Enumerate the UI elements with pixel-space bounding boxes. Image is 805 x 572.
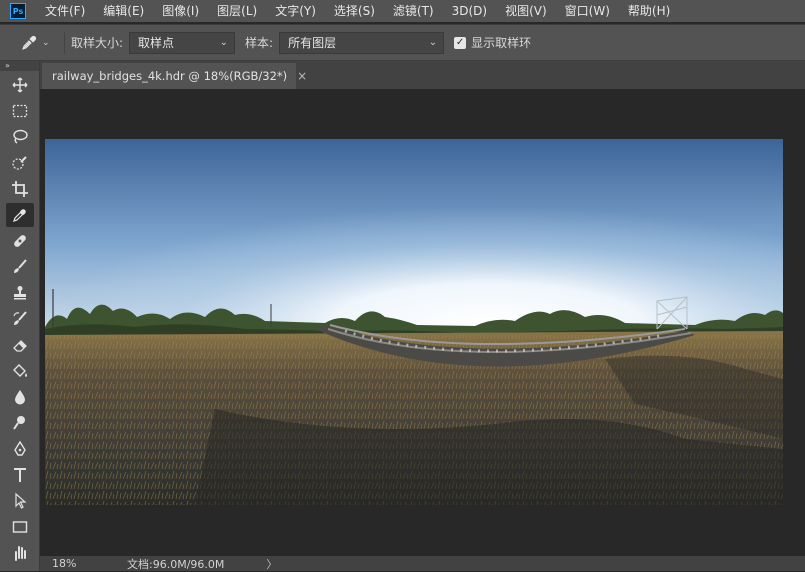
menu-help[interactable]: 帮助(H) <box>619 0 679 22</box>
crop-tool[interactable] <box>6 177 34 201</box>
menu-edit[interactable]: 编辑(E) <box>94 0 153 22</box>
menu-window[interactable]: 窗口(W) <box>556 0 619 22</box>
document-size-info: 文档:96.0M/96.0M <box>127 557 225 571</box>
sample-size-value: 取样点 <box>138 36 175 50</box>
clone-stamp-tool[interactable] <box>6 281 34 305</box>
sample-label: 样本: <box>245 36 274 50</box>
status-bar: 18% 文档:96.0M/96.0M 〉 <box>40 556 805 571</box>
menu-file[interactable]: 文件(F) <box>36 0 94 22</box>
pen-icon <box>14 440 26 456</box>
move-tool[interactable] <box>6 73 34 97</box>
document-tab-bar: railway_bridges_4k.hdr @ 18%(RGB/32*) × <box>40 61 805 89</box>
paint-bucket-icon <box>13 364 27 377</box>
rectangle-icon <box>12 521 28 533</box>
panel-collapse-toggle[interactable]: » <box>0 61 39 71</box>
droplet-icon <box>15 390 25 405</box>
separator <box>64 31 65 54</box>
menu-select[interactable]: 选择(S) <box>325 0 384 22</box>
status-menu-arrow[interactable]: 〉 <box>266 556 277 572</box>
rectangle-tool[interactable] <box>6 515 34 539</box>
quick-selection-icon <box>12 156 27 170</box>
chevron-down-icon: ⌄ <box>428 36 438 48</box>
sample-size-label: 取样大小: <box>71 36 124 50</box>
tools-panel: » <box>0 61 40 571</box>
eyedropper-icon <box>22 35 37 50</box>
paint-bucket-tool[interactable] <box>6 359 34 383</box>
menu-layer[interactable]: 图层(L) <box>208 0 266 22</box>
history-brush-tool[interactable] <box>6 307 34 331</box>
lasso-tool[interactable] <box>6 125 34 149</box>
photoshop-logo: Ps <box>10 3 26 19</box>
eyedropper-icon <box>13 209 26 222</box>
document-tab[interactable]: railway_bridges_4k.hdr @ 18%(RGB/32*) × <box>42 63 307 89</box>
menu-image[interactable]: 图像(I) <box>153 0 208 22</box>
stamp-icon <box>14 286 26 300</box>
sample-select[interactable]: 所有图层 ⌄ <box>279 31 445 54</box>
canvas-area[interactable] <box>40 89 805 556</box>
hand-icon <box>15 546 26 561</box>
zoom-level[interactable]: 18% <box>40 557 102 570</box>
marquee-tool[interactable] <box>6 99 34 123</box>
type-tool[interactable] <box>6 463 34 487</box>
type-icon <box>14 468 26 482</box>
dodge-tool[interactable] <box>6 411 34 435</box>
bandage-icon <box>14 235 26 247</box>
eyedropper-tool[interactable] <box>6 203 34 227</box>
dodge-icon <box>13 416 25 430</box>
railway-panorama-image <box>45 139 783 505</box>
chevron-down-icon: ⌄ <box>42 37 50 48</box>
chevron-down-icon: ⌄ <box>219 36 229 48</box>
arrow-cursor-icon <box>15 492 27 509</box>
lasso-icon <box>13 129 28 144</box>
menu-filter[interactable]: 滤镜(T) <box>384 0 443 22</box>
brush-icon <box>14 259 27 273</box>
brush-tool[interactable] <box>6 255 34 279</box>
menu-type[interactable]: 文字(Y) <box>266 0 325 22</box>
move-icon <box>12 77 28 93</box>
eraser-tool[interactable] <box>6 333 34 357</box>
document-image[interactable] <box>45 139 783 505</box>
quick-selection-tool[interactable] <box>6 151 34 175</box>
path-selection-tool[interactable] <box>6 489 34 513</box>
menu-bar: Ps 文件(F) 编辑(E) 图像(I) 图层(L) 文字(Y) 选择(S) 滤… <box>0 0 805 22</box>
show-ring-checkbox[interactable]: ✓ <box>454 36 467 49</box>
menu-3d[interactable]: 3D(D) <box>443 0 496 22</box>
sample-size-select[interactable]: 取样点 ⌄ <box>129 31 236 54</box>
document-tab-title: railway_bridges_4k.hdr @ 18%(RGB/32*) <box>52 69 288 83</box>
tool-preset-picker[interactable]: ⌄ <box>20 34 60 52</box>
crop-icon <box>12 181 28 197</box>
blur-tool[interactable] <box>6 385 34 409</box>
hand-tool[interactable] <box>6 541 34 565</box>
marquee-icon <box>12 104 28 118</box>
pen-tool[interactable] <box>6 437 34 461</box>
show-ring-label: 显示取样环 <box>471 36 532 50</box>
close-icon[interactable]: × <box>297 69 307 83</box>
options-bar: ⌄ 取样大小: 取样点 ⌄ 样本: 所有图层 ⌄ ✓ 显示取样环 <box>0 24 805 61</box>
sample-value: 所有图层 <box>288 36 337 50</box>
history-brush-icon <box>13 311 27 325</box>
healing-brush-tool[interactable] <box>6 229 34 253</box>
eraser-icon <box>13 340 27 352</box>
menu-view[interactable]: 视图(V) <box>496 0 556 22</box>
